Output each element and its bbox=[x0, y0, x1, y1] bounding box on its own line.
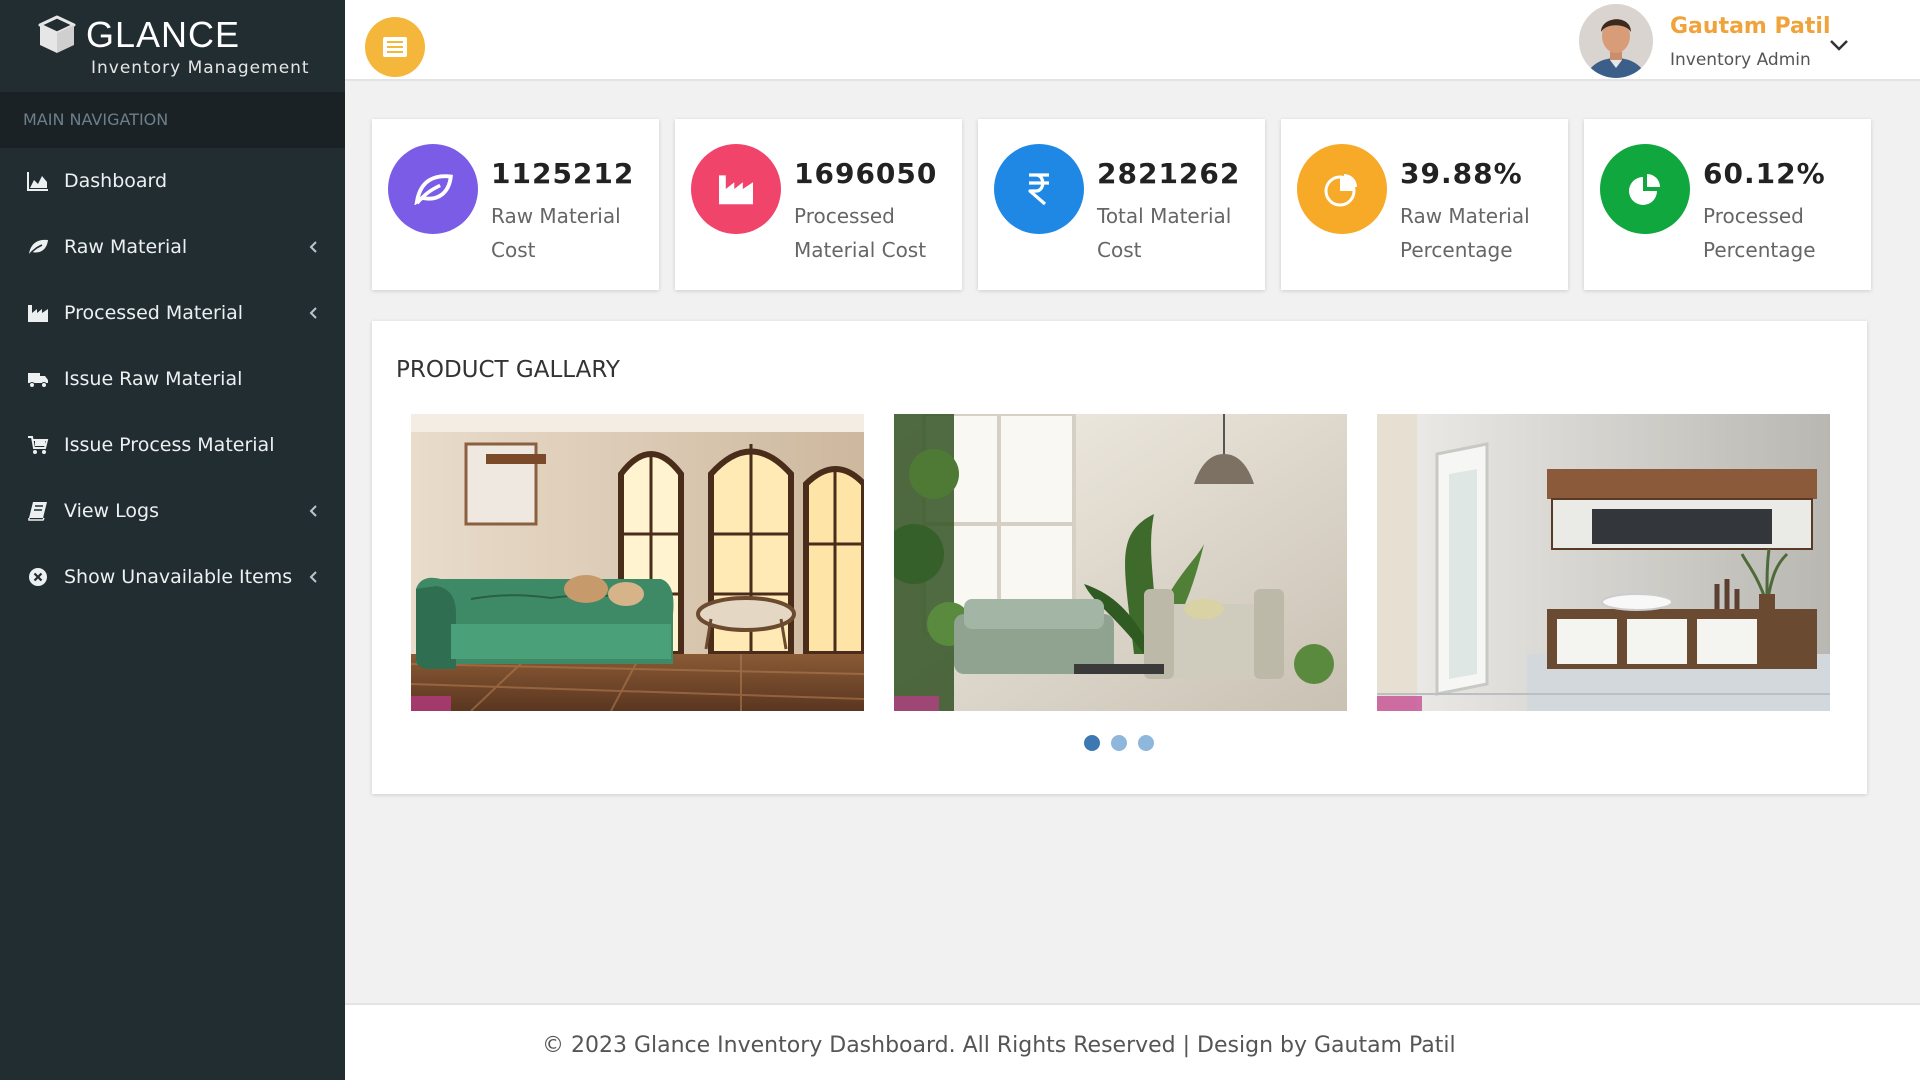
industry-icon bbox=[26, 301, 50, 325]
pie-chart-icon bbox=[1629, 174, 1660, 205]
area-chart-icon bbox=[26, 169, 50, 193]
nav-header: MAIN NAVIGATION bbox=[0, 92, 345, 148]
sidebar: GLANCE Inventory Management MAIN NAVIGAT… bbox=[0, 0, 345, 1080]
cart-icon bbox=[26, 433, 50, 457]
stat-label: Raw Material Percentage bbox=[1400, 204, 1530, 262]
footer: © 2023 Glance Inventory Dashboard. All R… bbox=[345, 1003, 1920, 1080]
sidebar-item-label: Show Unavailable Items bbox=[64, 566, 293, 588]
leaf-icon bbox=[26, 235, 50, 259]
brand-subtitle: Inventory Management bbox=[91, 58, 310, 78]
sidebar-item-dashboard[interactable]: Dashboard bbox=[0, 148, 345, 214]
carousel-dot-1[interactable] bbox=[1084, 735, 1100, 751]
sidebar-item-raw-material[interactable]: Raw Material bbox=[0, 214, 345, 280]
stat-label: Raw Material Cost bbox=[491, 204, 621, 262]
avatar[interactable] bbox=[1579, 4, 1653, 78]
sidebar-item-label: Dashboard bbox=[64, 170, 168, 192]
stat-value: 1696050 bbox=[794, 157, 938, 190]
stat-value: 60.12% bbox=[1703, 157, 1826, 190]
carousel-dot-2[interactable] bbox=[1111, 735, 1127, 751]
carousel-indicators bbox=[1084, 735, 1154, 751]
sidebar-item-label: Issue Raw Material bbox=[64, 368, 243, 390]
book-icon bbox=[26, 499, 50, 523]
user-name[interactable]: Gautam Patil bbox=[1670, 14, 1831, 39]
rupee-icon bbox=[1028, 173, 1049, 206]
sidebar-item-processed-material[interactable]: Processed Material bbox=[0, 280, 345, 346]
gallery-image-living-room-green-sofa[interactable] bbox=[411, 414, 864, 711]
stat-value: 39.88% bbox=[1400, 157, 1523, 190]
stat-label: Processed Percentage bbox=[1703, 204, 1816, 262]
gallery-image-living-room-plants[interactable] bbox=[894, 414, 1347, 711]
times-circle-icon bbox=[26, 565, 50, 589]
stat-icon-circle bbox=[994, 144, 1084, 234]
stat-card-raw-material-percentage: 39.88% Raw Material Percentage bbox=[1281, 119, 1568, 290]
stat-cards: 1125212 Raw Material Cost 1696050 Proces… bbox=[372, 119, 1871, 290]
list-icon bbox=[383, 37, 407, 57]
stat-icon-circle bbox=[1297, 144, 1387, 234]
industry-icon bbox=[719, 175, 753, 205]
topbar: Gautam Patil Inventory Admin bbox=[345, 0, 1920, 81]
product-gallery: PRODUCT GALLARY bbox=[372, 321, 1867, 794]
brand-name: GLANCE bbox=[86, 14, 241, 55]
sidebar-item-issue-raw-material[interactable]: Issue Raw Material bbox=[0, 346, 345, 412]
sidebar-item-show-unavailable-items[interactable]: Show Unavailable Items bbox=[0, 544, 345, 610]
stat-icon-circle bbox=[691, 144, 781, 234]
stat-label: Total Material Cost bbox=[1097, 204, 1232, 262]
stat-value: 2821262 bbox=[1097, 157, 1241, 190]
stat-card-processed-percentage: 60.12% Processed Percentage bbox=[1584, 119, 1871, 290]
chevron-left-icon bbox=[309, 505, 317, 517]
gallery-image-modern-bathroom[interactable] bbox=[1377, 414, 1830, 711]
chevron-left-icon bbox=[309, 571, 317, 583]
user-avatar-icon bbox=[1579, 4, 1653, 78]
cube-logo-icon bbox=[38, 15, 76, 53]
chevron-left-icon bbox=[309, 241, 317, 253]
sidebar-toggle-button[interactable] bbox=[365, 17, 425, 77]
stat-card-processed-material-cost: 1696050 Processed Material Cost bbox=[675, 119, 962, 290]
gallery-title: PRODUCT GALLARY bbox=[396, 357, 620, 383]
carousel-dot-3[interactable] bbox=[1138, 735, 1154, 751]
stat-label: Processed Material Cost bbox=[794, 204, 927, 262]
stat-value: 1125212 bbox=[491, 157, 635, 190]
user-role: Inventory Admin bbox=[1670, 50, 1811, 70]
truck-icon bbox=[26, 367, 50, 391]
sidebar-item-label: Processed Material bbox=[64, 302, 244, 324]
leaf-icon bbox=[414, 174, 453, 205]
sidebar-item-label: View Logs bbox=[64, 500, 159, 522]
chevron-down-icon[interactable] bbox=[1827, 36, 1851, 54]
sidebar-item-label: Raw Material bbox=[64, 236, 188, 258]
footer-copyright: © 2023 Glance Inventory Dashboard. All R… bbox=[542, 1033, 1456, 1058]
sidebar-item-label: Issue Process Material bbox=[64, 434, 275, 456]
stat-icon-circle bbox=[1600, 144, 1690, 234]
sidebar-item-view-logs[interactable]: View Logs bbox=[0, 478, 345, 544]
stat-card-total-material-cost: 2821262 Total Material Cost bbox=[978, 119, 1265, 290]
chevron-left-icon bbox=[309, 307, 317, 319]
brand[interactable]: GLANCE Inventory Management bbox=[0, 0, 345, 92]
pie-chart-icon bbox=[1324, 174, 1357, 207]
stat-card-raw-material-cost: 1125212 Raw Material Cost bbox=[372, 119, 659, 290]
stat-icon-circle bbox=[388, 144, 478, 234]
sidebar-item-issue-process-material[interactable]: Issue Process Material bbox=[0, 412, 345, 478]
